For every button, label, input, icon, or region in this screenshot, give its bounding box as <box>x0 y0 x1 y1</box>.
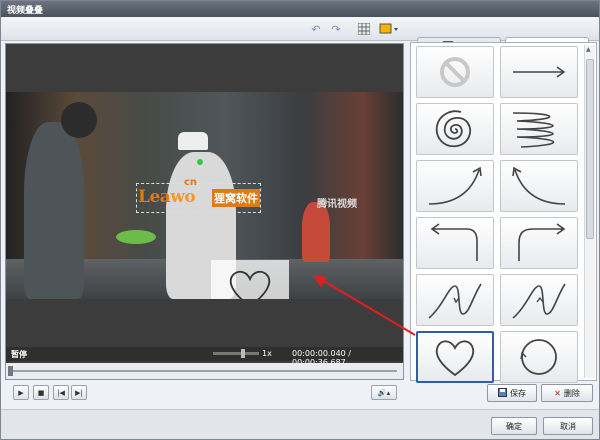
trajectory-s-curve[interactable] <box>416 274 494 326</box>
curve-up-right-icon <box>428 166 482 205</box>
s-curve-icon <box>428 283 482 319</box>
speed-slider[interactable] <box>213 349 259 358</box>
logo-text: Leawo <box>138 187 196 207</box>
timeline-track[interactable] <box>6 363 403 379</box>
delete-icon: ✕ <box>554 388 561 398</box>
trajectory-heart[interactable] <box>416 331 494 383</box>
speed-slider-thumb[interactable] <box>241 349 245 358</box>
logo-text-a: Lea <box>138 187 171 207</box>
chef-hat <box>178 132 208 150</box>
title-bar: 视频叠叠 <box>1 1 599 17</box>
circle-icon <box>520 339 557 375</box>
play-icon[interactable]: ▶ <box>13 385 29 400</box>
trajectory-turn-right-up[interactable] <box>500 217 578 269</box>
save-icon <box>498 387 507 399</box>
trajectory-panel: ▲ <box>410 42 597 383</box>
s-curve-alt-icon <box>512 283 566 319</box>
scrollbar-thumb[interactable] <box>586 59 594 239</box>
cancel-button[interactable]: 取消 <box>543 417 593 435</box>
curve-up-left-icon <box>512 166 566 205</box>
scooter <box>302 202 330 262</box>
scroll-up-icon[interactable]: ▲ <box>586 46 591 53</box>
trajectory-curve-up-right[interactable] <box>416 160 494 212</box>
person-left <box>24 122 84 299</box>
playback-controls: ▶ ■ |◀ ▶| 🔊▴ <box>5 381 404 407</box>
headphones <box>61 102 97 138</box>
trajectory-s-curve-alt[interactable] <box>500 274 578 326</box>
ok-label: 确定 <box>506 421 522 431</box>
heart-icon <box>435 340 475 377</box>
volume-icon[interactable]: 🔊▴ <box>371 385 397 400</box>
cancel-label: 取消 <box>560 421 576 431</box>
heart-trajectory-overlay <box>211 260 289 299</box>
timeline-thumb[interactable] <box>8 366 13 376</box>
next-frame-icon[interactable]: ▶| <box>71 385 87 400</box>
dialog-footer: 确定 取消 <box>1 409 599 439</box>
display-mode-icon[interactable] <box>377 21 401 37</box>
save-label: 保存 <box>510 388 526 398</box>
trajectory-zigzag[interactable] <box>500 103 578 155</box>
logo-text-b: wo <box>170 187 196 207</box>
timeline-bar <box>10 370 397 372</box>
red-arrow-annotation <box>313 275 416 336</box>
playback-state: 暂停 <box>11 350 27 359</box>
turn-left-down-icon <box>430 223 478 261</box>
trajectory-turn-left-down[interactable] <box>416 217 494 269</box>
rotate-handle[interactable] <box>197 159 203 165</box>
save-button[interactable]: 保存 <box>487 384 537 402</box>
none-icon <box>440 57 470 87</box>
spiral-icon <box>435 110 471 148</box>
delete-button[interactable]: ✕ 删除 <box>541 384 593 402</box>
video-watermark: 腾讯视频 <box>317 199 357 210</box>
arrow-right-icon <box>513 66 566 78</box>
status-bar: 暂停 1x 00:00:00.040 / 00:00:36.687 <box>6 347 403 367</box>
vegetables-bowl <box>116 230 156 244</box>
trajectory-straight-right[interactable] <box>500 46 578 98</box>
logo-cjk-text: 狸窝软件 <box>212 189 260 207</box>
trajectory-curve-up-left[interactable] <box>500 160 578 212</box>
undo-icon[interactable]: ↶ <box>307 21 325 37</box>
turn-right-up-icon <box>518 223 566 261</box>
video-overlay-dialog: 视频叠叠 ↶ ↷ 属性 轨迹 <box>0 0 600 440</box>
redo-icon[interactable]: ↷ <box>327 21 345 37</box>
zigzag-icon <box>512 112 555 148</box>
trajectory-circle[interactable] <box>500 331 578 383</box>
trajectory-none[interactable] <box>416 46 494 98</box>
stop-icon[interactable]: ■ <box>33 385 49 400</box>
speed-value: 1x <box>262 349 272 358</box>
toolbar: ↶ ↷ 属性 轨迹 <box>1 17 599 58</box>
prev-frame-icon[interactable]: |◀ <box>53 385 69 400</box>
ok-button[interactable]: 确定 <box>491 417 537 435</box>
grid-icon[interactable] <box>355 21 373 37</box>
trajectory-spiral[interactable] <box>416 103 494 155</box>
heart-preview-icon <box>229 270 271 299</box>
delete-label: 删除 <box>563 388 580 398</box>
trajectory-scrollbar[interactable]: ▲ <box>584 45 595 378</box>
window-title: 视频叠叠 <box>7 6 44 16</box>
